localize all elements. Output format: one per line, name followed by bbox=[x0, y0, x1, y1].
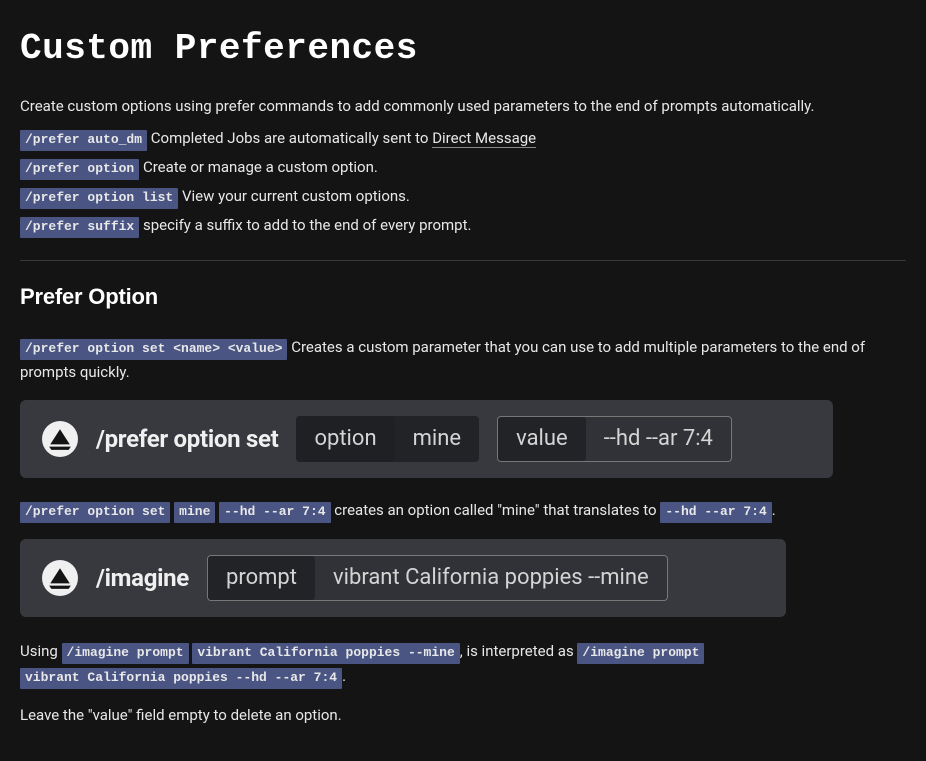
link-direct-message[interactable]: Direct Message bbox=[432, 129, 536, 148]
cmd-suffix: /prefer suffix specify a suffix to add t… bbox=[20, 213, 906, 238]
pill-key-option: option bbox=[296, 416, 394, 462]
explain-1: /prefer option set mine --hd --ar 7:4 cr… bbox=[20, 498, 906, 523]
chip-option-set: /prefer option set <name> <value> bbox=[20, 339, 287, 360]
sailboat-icon bbox=[47, 426, 73, 452]
chip-ex1c: --hd --ar 7:4 bbox=[219, 502, 330, 523]
avatar-2 bbox=[42, 560, 78, 596]
ex1-mid: creates an option called "mine" that tra… bbox=[334, 501, 660, 519]
discord-input-bar-2: /imagine prompt vibrant California poppi… bbox=[20, 539, 786, 617]
chip-ex2b: vibrant California poppies --mine bbox=[192, 643, 459, 664]
ex2-pre: Using bbox=[20, 642, 62, 660]
cmd-option: /prefer option Create or manage a custom… bbox=[20, 155, 906, 180]
footer-note: Leave the "value" field empty to delete … bbox=[20, 703, 906, 727]
chip-auto-dm: /prefer auto_dm bbox=[20, 130, 147, 151]
intro-text: Create custom options using prefer comma… bbox=[20, 94, 906, 118]
desc-option-list: View your current custom options. bbox=[182, 187, 410, 205]
pill-val-hd: --hd --ar 7:4 bbox=[586, 417, 731, 461]
cmd-auto-dm: /prefer auto_dm Completed Jobs are autom… bbox=[20, 126, 906, 151]
pill-key-value: value bbox=[498, 417, 586, 461]
desc-suffix: specify a suffix to add to the end of ev… bbox=[143, 216, 472, 234]
discord-input-bar-1: /prefer option set option mine value --h… bbox=[20, 400, 833, 478]
chip-ex1b: mine bbox=[174, 502, 215, 523]
pill-val-prompt: vibrant California poppies --mine bbox=[315, 556, 667, 600]
divider bbox=[20, 260, 906, 261]
cmd-label-2: /imagine bbox=[96, 559, 189, 597]
pill-option: option mine bbox=[296, 416, 479, 462]
chip-ex1a: /prefer option set bbox=[20, 502, 170, 523]
chip-suffix: /prefer suffix bbox=[20, 217, 139, 238]
cmd-label-1: /prefer option set bbox=[96, 420, 278, 458]
pill-value: value --hd --ar 7:4 bbox=[497, 416, 732, 462]
chip-ex2c: /imagine prompt bbox=[577, 643, 704, 664]
chip-option: /prefer option bbox=[20, 159, 139, 180]
sailboat-icon bbox=[47, 565, 73, 591]
avatar bbox=[42, 421, 78, 457]
page-title: Custom Preferences bbox=[20, 20, 906, 78]
ex1-end: . bbox=[772, 501, 776, 519]
section-heading: Prefer Option bbox=[20, 279, 906, 314]
pill-key-prompt: prompt bbox=[208, 556, 315, 600]
cmd-option-list: /prefer option list View your current cu… bbox=[20, 184, 906, 209]
pill-prompt: prompt vibrant California poppies --mine bbox=[207, 555, 668, 601]
ex2-mid: , is interpreted as bbox=[460, 642, 578, 660]
chip-ex2a: /imagine prompt bbox=[62, 643, 189, 664]
desc-auto-dm: Completed Jobs are automatically sent to bbox=[151, 129, 432, 147]
chip-option-list: /prefer option list bbox=[20, 188, 178, 209]
chip-ex1d: --hd --ar 7:4 bbox=[660, 502, 771, 523]
ex2-end: . bbox=[342, 667, 346, 685]
set-description: /prefer option set <name> <value> Create… bbox=[20, 335, 906, 384]
desc-option: Create or manage a custom option. bbox=[143, 158, 378, 176]
pill-val-mine: mine bbox=[395, 416, 479, 462]
chip-ex2d: vibrant California poppies --hd --ar 7:4 bbox=[20, 668, 342, 689]
